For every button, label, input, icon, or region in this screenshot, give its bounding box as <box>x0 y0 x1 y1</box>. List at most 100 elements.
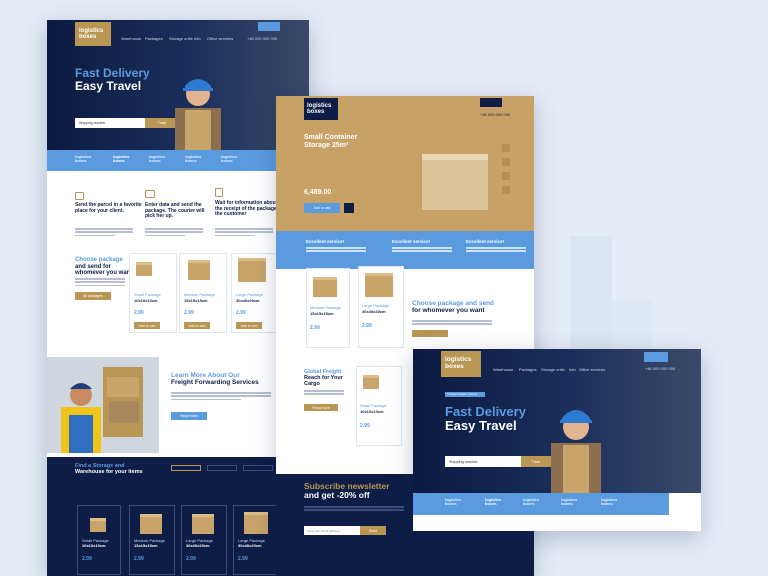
filter-chip[interactable] <box>207 465 237 471</box>
choose-text <box>75 278 125 288</box>
send-button[interactable]: Send <box>360 526 386 535</box>
package-price: 2.99 <box>134 310 144 316</box>
thumbnail[interactable] <box>502 186 510 194</box>
step-title: Send the parcel in a favorite place for … <box>75 202 142 214</box>
product-box-image <box>422 154 488 210</box>
strip-logo: logistics boxes <box>113 154 130 164</box>
cart-button[interactable] <box>258 22 280 31</box>
brand-logo[interactable]: logistics boxes <box>304 98 338 120</box>
service-text <box>392 247 452 254</box>
box-image <box>244 512 268 534</box>
shipping-input[interactable]: Shipping number <box>75 118 145 128</box>
box-image <box>140 514 162 534</box>
logo-text: boxes <box>445 363 464 370</box>
strip-logo: logistics boxes <box>75 154 92 164</box>
nav-item[interactable]: Warehouse <box>121 36 141 41</box>
package-dims: 30x40x20cm <box>186 543 210 548</box>
product-price: 6,489.00 <box>304 189 332 196</box>
wishlist-button[interactable] <box>344 203 354 213</box>
package-price: 2.99 <box>186 556 196 562</box>
box-image <box>192 514 214 534</box>
storage-card[interactable]: Large Package 30x40x20cm 2.99 <box>233 505 279 575</box>
all-packages-button[interactable] <box>412 330 448 337</box>
add-to-cart-button[interactable]: Add to cart <box>134 322 160 329</box>
step-title: Wait for information about the receipt o… <box>215 200 284 217</box>
package-card[interactable]: Medium Package 15x15x15cm 2.99 <box>306 268 350 348</box>
package-dims: 30x40x20cm <box>238 543 262 548</box>
package-card[interactable]: Large Package 30x40x20cm 2.99 Add to car… <box>231 253 279 333</box>
cart-button[interactable] <box>644 352 668 362</box>
learn-title: Learn More About Our Freight Forwarding … <box>171 372 259 387</box>
filter-chip[interactable] <box>171 465 201 471</box>
nav-item[interactable]: Packages <box>145 36 163 41</box>
package-dims: 10x10x10cm <box>360 409 384 414</box>
thumbnail[interactable] <box>502 144 510 152</box>
nav-item[interactable]: Office services <box>207 36 233 41</box>
all-packages-button[interactable]: All packages <box>75 292 111 300</box>
filter-chip[interactable] <box>243 465 273 471</box>
storage-card[interactable]: Large Package 30x40x20cm 2.99 <box>181 505 227 575</box>
nav-item[interactable]: Info <box>569 367 576 372</box>
service-title: Excellent service! <box>306 239 345 244</box>
read-more-button[interactable]: Read more <box>304 404 338 411</box>
read-more-button[interactable]: Read more <box>171 412 207 420</box>
service-strip: Excellent service! Excellent service! Ex… <box>276 231 534 269</box>
strip-logo: logistics boxes <box>561 497 578 507</box>
nav-item[interactable]: Storage units <box>169 36 193 41</box>
product-hero: logistics boxes +46 000 000 000 Small Co… <box>276 96 534 231</box>
service-title: Excellent service! <box>392 239 431 244</box>
choose-title: Choose package and send for whomever you… <box>412 300 494 315</box>
nav-item[interactable]: Info <box>194 36 201 41</box>
package-card[interactable]: Medium Package 15x15x15cm 2.99 Add to ca… <box>179 253 227 333</box>
package-price: 2.99 <box>238 556 248 562</box>
package-card[interactable]: Small Package 10x10x10cm 2.99 Add to car… <box>129 253 177 333</box>
brand-logo[interactable]: logistics boxes <box>441 351 481 377</box>
strip-logo: logistics boxes <box>149 154 166 164</box>
add-to-cart-button[interactable]: Add to cart <box>304 203 340 213</box>
learn-text <box>171 392 271 402</box>
package-card[interactable]: Large Package 30x40x20cm 2.99 <box>358 266 404 348</box>
nav-item[interactable]: Packages <box>519 367 537 372</box>
service-text <box>466 247 526 254</box>
parcel-icon <box>75 192 84 200</box>
nav-item[interactable]: Storage units <box>541 367 565 372</box>
logo-text: boxes <box>307 109 325 115</box>
package-name: Medium Package <box>310 305 341 310</box>
logo-text: boxes <box>79 34 97 40</box>
box-image <box>365 273 393 297</box>
thumbnail[interactable] <box>502 158 510 166</box>
hero-title: Fast Delivery Easy Travel <box>75 66 150 93</box>
add-to-cart-button[interactable]: Add to cart <box>184 322 210 329</box>
package-dims: 15x15x15cm <box>134 543 158 548</box>
package-name: Medium Package <box>184 292 215 297</box>
package-card[interactable]: Small Package 10x10x10cm 2.99 <box>356 366 402 446</box>
package-dims: 15x15x15cm <box>310 311 334 316</box>
service-text <box>306 247 366 254</box>
storage-card[interactable]: Medium Package 15x15x15cm 2.99 <box>129 505 175 575</box>
box-image <box>363 375 379 389</box>
package-dims: 10x10x10cm <box>82 543 106 548</box>
newsletter-title: Subscribe newsletter and get -20% off <box>304 481 390 501</box>
courier-photo <box>551 410 601 493</box>
box-image <box>90 518 106 532</box>
hero-title: Fast Delivery Easy Travel <box>445 404 526 433</box>
add-to-cart-button[interactable]: Add to cart <box>236 322 262 329</box>
strip-logo: logistics boxes <box>185 154 202 164</box>
cart-button[interactable] <box>480 98 502 107</box>
nav-item[interactable]: Warehouse <box>493 367 513 372</box>
nav-item[interactable]: Office services <box>579 367 605 372</box>
shipping-input[interactable]: Shipping number <box>445 456 521 467</box>
box-image <box>188 260 210 280</box>
storage-card[interactable]: Small Package 10x10x10cm 2.99 <box>77 505 121 575</box>
email-input[interactable]: Type your email address <box>304 526 360 535</box>
package-price: 2.99 <box>134 556 144 562</box>
hero-badge: Trusted logistic partner <box>445 392 485 397</box>
thumbnail[interactable] <box>502 172 510 180</box>
storage-title: Find a Storage and Warehouse for your it… <box>75 463 143 476</box>
package-name: Large Package <box>362 303 389 308</box>
brand-strip: logistics boxes logistics boxes logistics b… <box>413 493 669 515</box>
step-text <box>215 228 273 238</box>
choose-title: Choose package and send for whomever you… <box>75 257 133 277</box>
package-price: 2.99 <box>360 423 370 429</box>
brand-logo[interactable]: logistics boxes <box>75 22 111 46</box>
